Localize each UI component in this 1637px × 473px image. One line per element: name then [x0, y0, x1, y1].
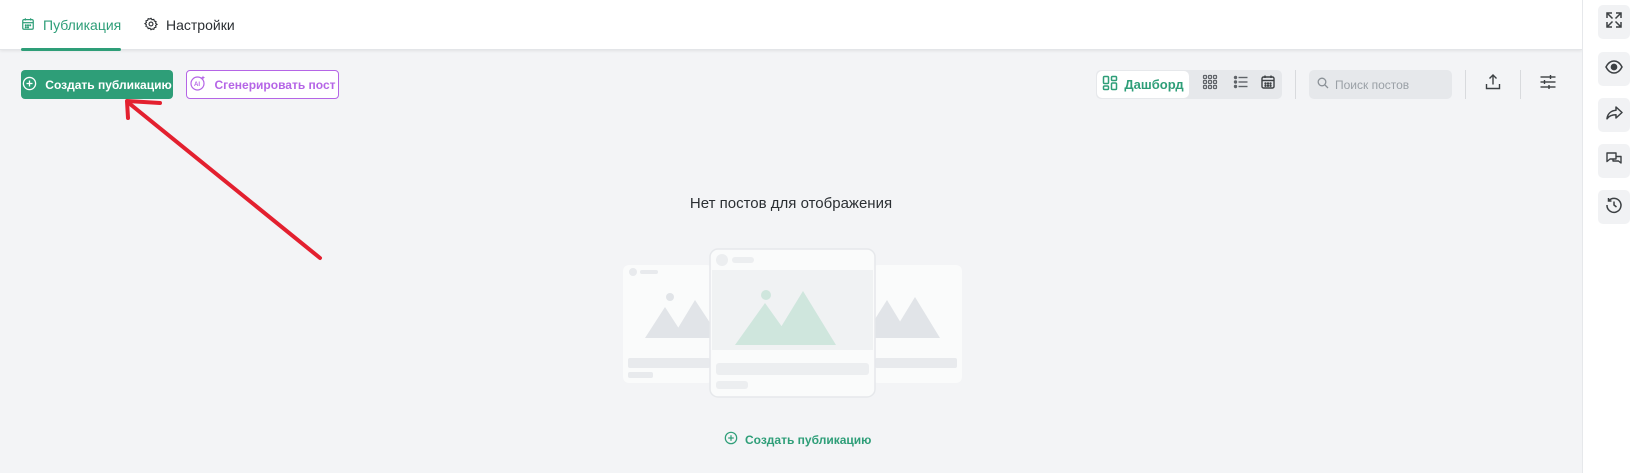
share-button[interactable] [1598, 98, 1630, 132]
generate-post-label: Сгенерировать пост [214, 77, 336, 92]
view-switcher: Дашборд [1096, 70, 1282, 99]
ai-sparkle-icon: AI [189, 74, 207, 95]
expand-icon [1605, 11, 1623, 34]
comments-button[interactable] [1598, 144, 1630, 178]
main-area: Публикация Настройки Создать публикацию … [0, 0, 1582, 473]
share-icon [1605, 104, 1623, 127]
toolbar-divider [1520, 70, 1521, 99]
calendar-icon [21, 17, 35, 34]
empty-create-label: Создать публикацию [745, 432, 872, 447]
create-publication-button[interactable]: Создать публикацию [21, 70, 173, 99]
tab-settings[interactable]: Настройки [144, 0, 235, 50]
expand-button[interactable] [1598, 5, 1630, 39]
toolbar-divider [1465, 70, 1466, 99]
view-grid-button[interactable] [1196, 70, 1224, 99]
view-list-button[interactable] [1227, 70, 1255, 99]
search-icon [1317, 76, 1329, 94]
calendar-icon [1260, 74, 1276, 95]
generate-post-button[interactable]: AI Сгенерировать пост [186, 70, 339, 99]
tab-publication[interactable]: Публикация [21, 0, 122, 51]
filter-button[interactable] [1533, 70, 1562, 99]
dashboard-icon [1102, 75, 1118, 94]
grid-icon [1202, 74, 1218, 95]
sliders-icon [1539, 73, 1557, 96]
view-dashboard-label: Дашборд [1124, 77, 1184, 92]
tab-publication-label: Публикация [43, 17, 122, 33]
tab-settings-label: Настройки [166, 17, 235, 33]
plus-circle-icon [724, 431, 738, 448]
plus-circle-icon [22, 76, 37, 94]
create-publication-label: Создать публикацию [45, 77, 172, 92]
history-icon [1605, 196, 1623, 219]
empty-create-publication-link[interactable]: Создать публикацию [724, 431, 871, 448]
gear-icon [144, 17, 158, 34]
view-dashboard-button[interactable]: Дашборд [1097, 71, 1189, 98]
preview-button[interactable] [1598, 52, 1630, 86]
list-icon [1233, 74, 1249, 95]
chat-icon [1605, 150, 1623, 173]
upload-button[interactable] [1478, 70, 1507, 99]
svg-text:AI: AI [194, 82, 200, 88]
right-tool-rail [1582, 0, 1637, 473]
empty-posts-illustration [623, 248, 962, 398]
empty-state-title: Нет постов для отображения [689, 195, 893, 212]
upload-icon [1484, 73, 1502, 96]
toolbar-divider [1295, 70, 1296, 99]
search-box[interactable] [1309, 70, 1452, 99]
top-tab-bar: Публикация Настройки [0, 0, 1582, 51]
search-input[interactable] [1335, 77, 1445, 92]
view-calendar-button[interactable] [1254, 70, 1282, 99]
eye-icon [1605, 58, 1623, 81]
history-button[interactable] [1598, 190, 1630, 224]
